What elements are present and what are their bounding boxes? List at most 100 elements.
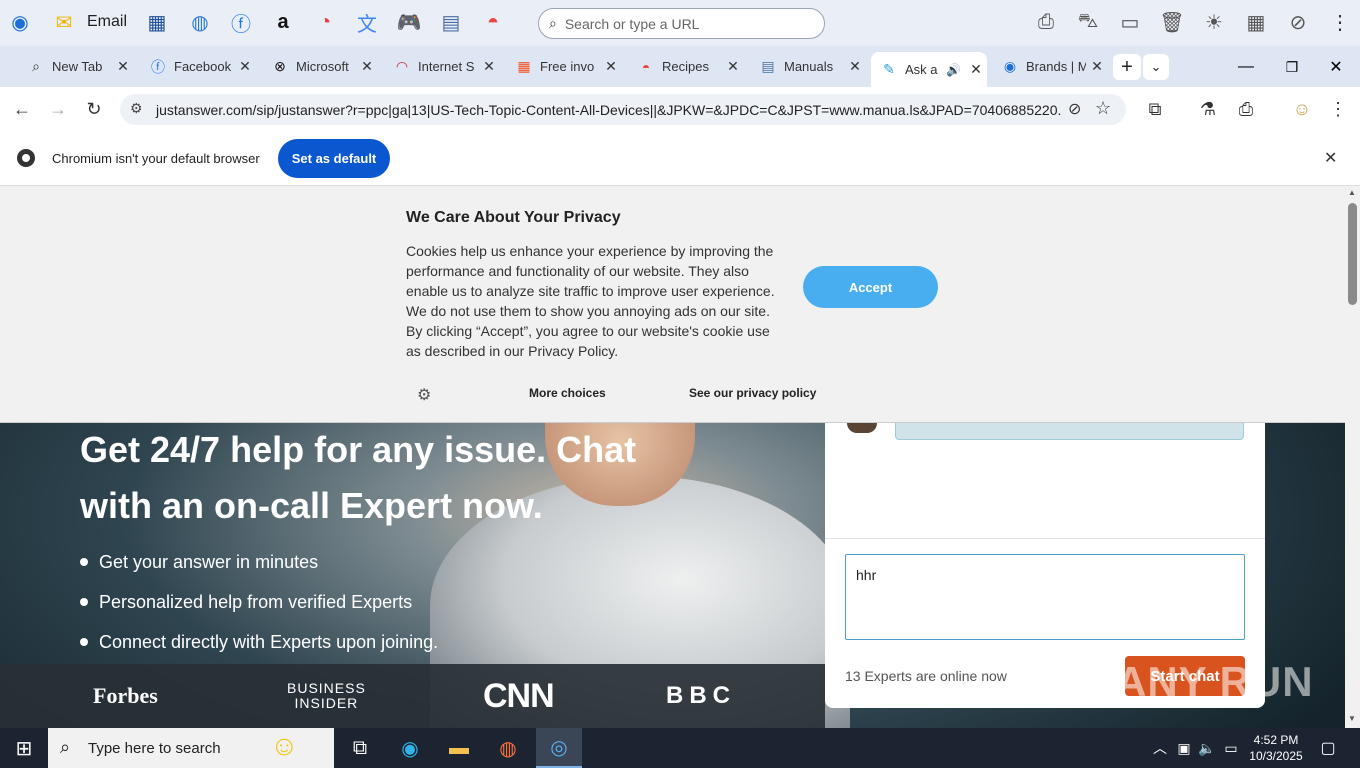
- trash-icon[interactable]: 🗑: [1158, 8, 1186, 36]
- printer-icon[interactable]: ⎙: [1032, 8, 1060, 36]
- watermark: ANY RUN: [1116, 658, 1314, 705]
- infobar-close-icon[interactable]: ✕: [1324, 148, 1337, 168]
- bullet-text: Personalized help from verified Experts: [99, 591, 413, 612]
- clipboard-icon[interactable]: ▭: [1116, 8, 1144, 36]
- news-globe-icon[interactable]: ◍: [186, 8, 214, 36]
- tab-new-tab[interactable]: ⌕ New Tab ✕: [18, 52, 134, 81]
- menu-icon[interactable]: ⋮: [1326, 97, 1350, 121]
- manual-icon[interactable]: ▤: [437, 8, 465, 36]
- tab-search-chevron-icon[interactable]: ⌄: [1143, 54, 1169, 80]
- minimize-icon[interactable]: —: [1232, 55, 1260, 79]
- new-tab-plus-icon[interactable]: +: [1113, 54, 1141, 80]
- press-logos-bar: Forbes BUSINESS INSIDER CNN BBC: [0, 664, 825, 728]
- close-icon[interactable]: ✕: [600, 58, 622, 75]
- email-link[interactable]: Email: [87, 13, 127, 31]
- experts-online-status: 13 Experts are online now: [845, 668, 1007, 684]
- close-icon[interactable]: ✕: [965, 61, 987, 78]
- speedometer-icon[interactable]: ◔: [311, 8, 339, 36]
- close-icon[interactable]: ✕: [356, 58, 378, 75]
- car-icon[interactable]: ⛍: [1074, 8, 1102, 36]
- quick-search-box[interactable]: ⌕ Search or type a URL: [538, 8, 825, 39]
- print-icon[interactable]: ⎙: [1234, 97, 1258, 121]
- infobar-message: Chromium isn't your default browser: [52, 151, 260, 166]
- weather-icon[interactable]: ☀: [1200, 8, 1228, 36]
- close-icon[interactable]: ✕: [844, 58, 866, 75]
- translate-icon[interactable]: 文: [353, 8, 381, 36]
- tab-facebook[interactable]: ⓕ Facebook ✕: [140, 52, 256, 81]
- tab-title: Brands | M: [1026, 59, 1086, 74]
- news-grid-icon[interactable]: ▦: [143, 8, 171, 36]
- gamepad-icon[interactable]: 🎮: [395, 8, 423, 36]
- scroll-down-arrow-icon[interactable]: ▼: [1348, 714, 1356, 723]
- email-icon[interactable]: ✉: [50, 8, 78, 36]
- bbc-logo: BBC: [666, 682, 736, 709]
- tab-recipes[interactable]: ◓ Recipes ✕: [628, 52, 744, 81]
- justanswer-icon: ✎: [883, 61, 895, 77]
- amazon-icon[interactable]: a: [269, 8, 297, 36]
- tab-microsoft[interactable]: ⊗ Microsoft ✕: [262, 52, 378, 81]
- bullet-text: Connect directly with Experts upon joini…: [99, 631, 439, 652]
- chromium-taskbar-icon[interactable]: ◎: [536, 728, 582, 768]
- task-view-icon[interactable]: ⧉: [346, 734, 374, 762]
- watermelon-icon: ◓: [641, 58, 651, 75]
- taskbar-search-box[interactable]: ⌕ Type here to search ☺: [48, 728, 334, 768]
- forward-arrow-icon[interactable]: →: [46, 97, 70, 121]
- bookmark-star-icon[interactable]: ☆: [1095, 98, 1111, 119]
- bullet-dot-icon: [80, 558, 88, 566]
- calculator-icon[interactable]: ▦: [1242, 8, 1270, 36]
- notification-icon[interactable]: ▢: [1314, 734, 1342, 762]
- firefox-icon[interactable]: ◍: [494, 734, 522, 762]
- close-icon[interactable]: ✕: [478, 58, 500, 75]
- restore-icon[interactable]: ❐: [1278, 55, 1306, 79]
- default-browser-infobar: Chromium isn't your default browser Set …: [0, 132, 1360, 186]
- page-scrollbar[interactable]: ▲ ▼: [1345, 186, 1360, 728]
- taskbar-clock[interactable]: 4:52 PM 10/3/2025: [1246, 732, 1306, 764]
- scrollbar-thumb[interactable]: [1348, 203, 1357, 305]
- tracking-eye-off-icon[interactable]: ⊘: [1062, 99, 1082, 119]
- forbes-logo: Forbes: [93, 683, 158, 708]
- accept-cookies-button[interactable]: Accept: [803, 266, 938, 308]
- close-icon[interactable]: ✕: [1086, 58, 1108, 75]
- chat-divider: [825, 538, 1265, 539]
- file-explorer-icon[interactable]: ▬: [445, 734, 473, 762]
- set-as-default-button[interactable]: Set as default: [278, 139, 390, 178]
- tab-title: Internet S: [418, 59, 475, 74]
- tab-ask-an-expert[interactable]: ✎ Ask a 🔊 ✕: [871, 52, 987, 87]
- labs-flask-icon[interactable]: ⚗: [1196, 97, 1220, 121]
- tab-manuals[interactable]: ▤ Manuals ✕: [750, 52, 866, 81]
- search-icon: ⌕: [32, 58, 40, 74]
- network-icon[interactable]: ▭: [1217, 734, 1245, 762]
- extensions-icon[interactable]: ⧉: [1143, 97, 1167, 121]
- close-icon[interactable]: ✕: [112, 58, 134, 75]
- scroll-up-arrow-icon[interactable]: ▲: [1348, 188, 1356, 197]
- close-icon[interactable]: ✕: [722, 58, 744, 75]
- edge-icon[interactable]: ◉: [396, 734, 424, 762]
- more-vertical-icon[interactable]: ⋮: [1326, 8, 1354, 36]
- browser-toolbar: ← → ↻ ⚙ justanswer.com/sip/justanswer?r=…: [0, 87, 1360, 132]
- tab-brands[interactable]: ◉ Brands | M ✕: [992, 52, 1108, 81]
- no-video-icon[interactable]: ⊘: [1284, 8, 1312, 36]
- reload-icon[interactable]: ↻: [82, 97, 106, 121]
- window-close-icon[interactable]: ✕: [1322, 55, 1350, 79]
- close-icon[interactable]: ✕: [234, 58, 256, 75]
- tab-free-invoice[interactable]: ▦ Free invo ✕: [506, 52, 622, 81]
- address-bar[interactable]: ⚙ justanswer.com/sip/justanswer?r=ppc|ga…: [120, 94, 1126, 125]
- watermelon-icon[interactable]: ◓: [479, 8, 507, 36]
- back-arrow-icon[interactable]: ←: [10, 97, 34, 121]
- tab-internet-speed[interactable]: ◠ Internet S ✕: [384, 52, 500, 81]
- profile-avatar-icon[interactable]: ☺: [1290, 97, 1314, 121]
- settings-gear-icon[interactable]: ⚙: [417, 385, 431, 405]
- facebook-icon[interactable]: ⓕ: [227, 8, 255, 36]
- site-info-icon[interactable]: ⚙: [130, 100, 143, 117]
- browser-logo-icon[interactable]: ◉: [6, 8, 34, 36]
- quick-search-placeholder: Search or type a URL: [564, 15, 700, 32]
- chat-question-input[interactable]: hhr: [845, 554, 1245, 640]
- windows-start-icon[interactable]: ⊞: [10, 734, 38, 762]
- expert-avatar: [847, 423, 877, 433]
- hero-text: Get 24/7 help for any issue. Chat with a…: [80, 422, 636, 654]
- speaker-icon[interactable]: 🔊: [946, 63, 961, 77]
- bullet-dot-icon: [80, 598, 88, 606]
- more-choices-link[interactable]: More choices: [529, 386, 606, 400]
- privacy-policy-link[interactable]: See our privacy policy: [689, 386, 816, 400]
- tab-title: Free invo: [540, 59, 595, 74]
